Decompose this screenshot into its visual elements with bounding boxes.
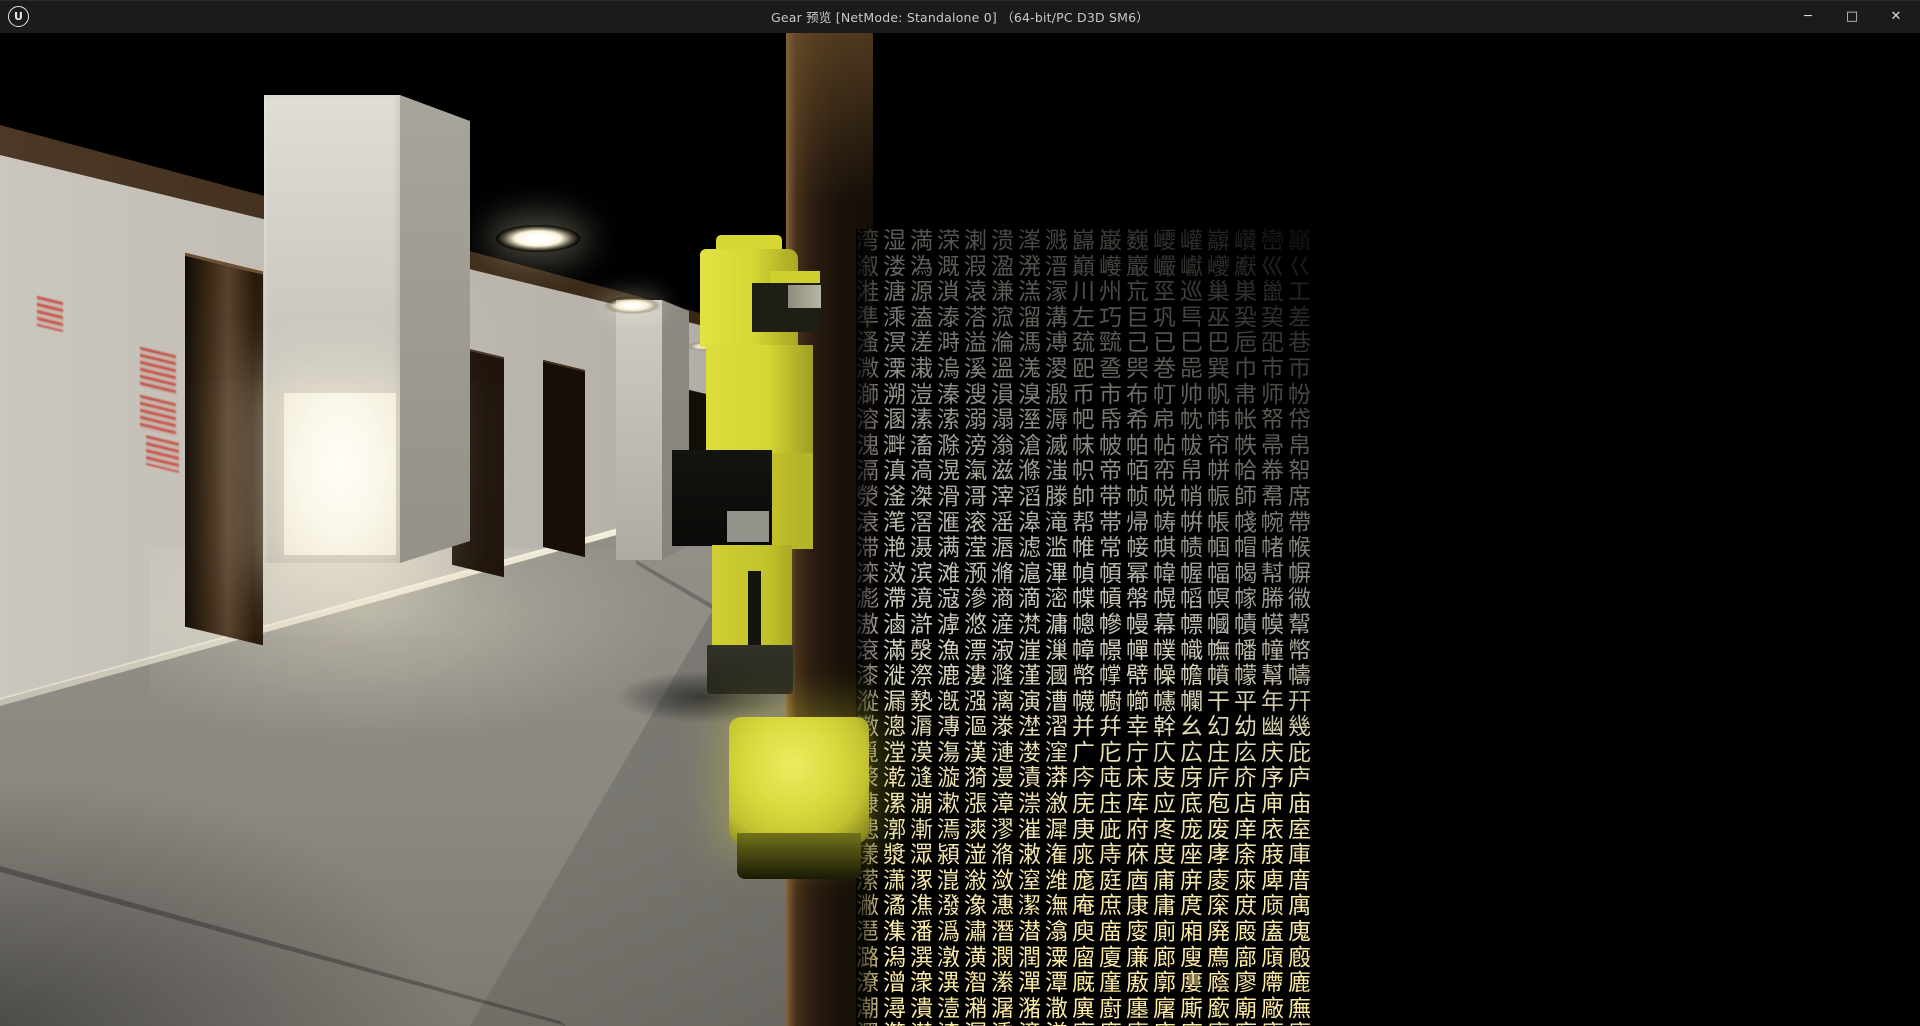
pillar-glow-panel [284, 393, 396, 555]
wall-sign-red [37, 296, 63, 332]
ceiling-light [496, 225, 580, 252]
carried-box-highlight [727, 511, 769, 542]
doorway-near [185, 253, 263, 646]
yellow-glow-object-base [737, 833, 861, 879]
hazmat-character-visor-glint [788, 285, 821, 308]
yellow-glow-object [729, 717, 869, 843]
ceiling-light [604, 297, 661, 314]
hazmat-character-leg-gap [748, 571, 761, 647]
far-pillar-front-face [616, 300, 662, 560]
hazmat-character-boots [707, 645, 793, 694]
doorway-far [543, 360, 585, 557]
wall-sign-red [140, 347, 176, 396]
floor-vignette [0, 773, 460, 1026]
dark-corner-column-highlight [786, 33, 873, 203]
window-title: Gear 预览 [NetMode: Standalone 0] （64-bit/… [0, 0, 1920, 33]
maximize-button[interactable]: □ [1830, 0, 1874, 33]
minimize-button[interactable]: ─ [1786, 0, 1830, 33]
game-viewport[interactable]: 湾湿満溁溂溃溄溅巋巌巍巎巏巐巑巒巓溆溇溈溉溊溋溌溍巔巕巖巗巘巙巚巛巜溎溏源溑溒溓… [0, 33, 1920, 1026]
glyph-wall-shading [856, 229, 1318, 1026]
hazmat-character-torso [706, 345, 813, 457]
window-controls: ─ □ ✕ [1786, 0, 1918, 33]
app-window: U Gear 预览 [NetMode: Standalone 0] （64-bi… [0, 0, 1920, 1026]
close-button[interactable]: ✕ [1874, 0, 1918, 33]
title-bar[interactable]: U Gear 预览 [NetMode: Standalone 0] （64-bi… [0, 0, 1920, 34]
